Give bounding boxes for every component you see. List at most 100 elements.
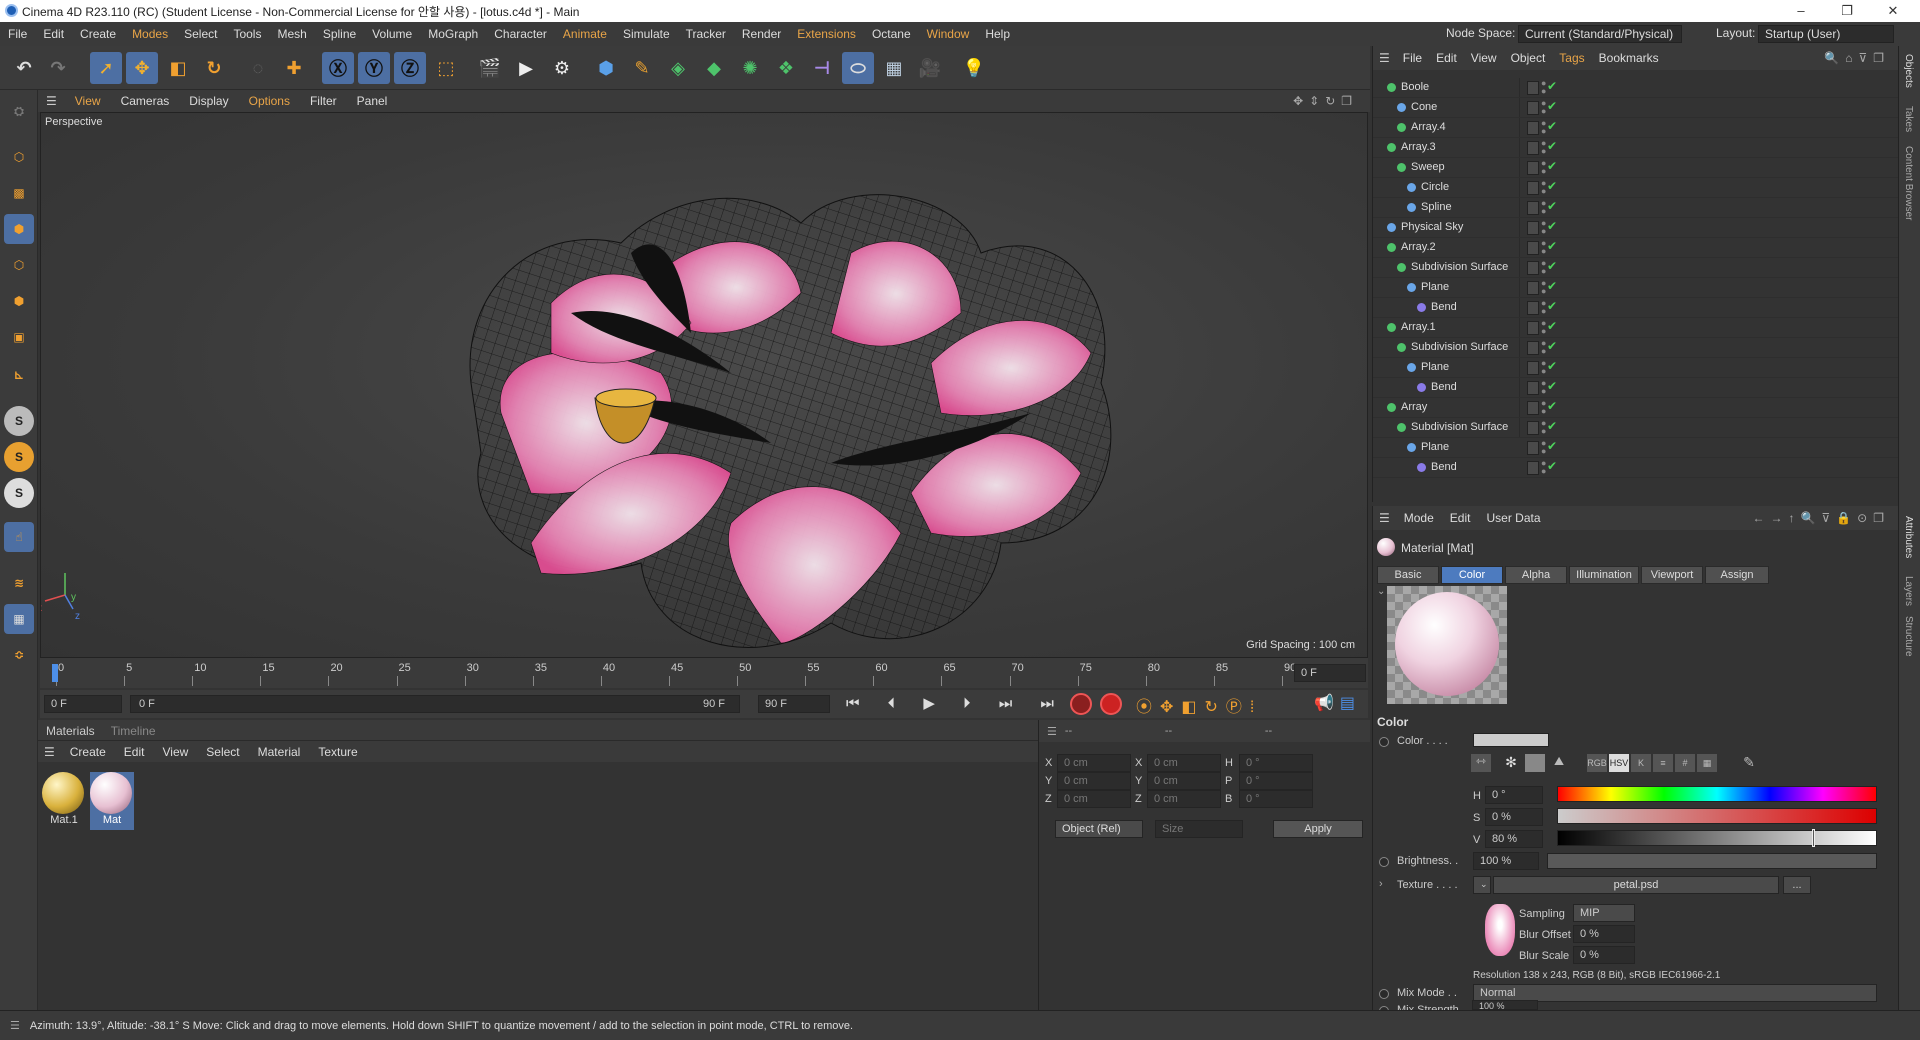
brightness-slider[interactable] xyxy=(1547,853,1877,869)
menu-create[interactable]: Create xyxy=(72,27,124,41)
viewport-menu-display[interactable]: Display xyxy=(179,94,238,108)
edges-mode-icon[interactable]: ⬡ xyxy=(4,250,34,280)
visibility-dots-icon[interactable]: ● ● xyxy=(1541,239,1546,256)
visibility-dots-icon[interactable]: ● ● xyxy=(1541,359,1546,376)
visibility-dots-icon[interactable]: ● ● xyxy=(1541,459,1546,476)
enabled-check-icon[interactable]: ✔ xyxy=(1547,159,1557,173)
object-name[interactable]: Subdivision Surface xyxy=(1411,421,1508,433)
swatches-mode-button[interactable]: ▦ xyxy=(1697,754,1717,772)
enabled-check-icon[interactable]: ✔ xyxy=(1547,439,1557,453)
visibility-dots-icon[interactable]: ● ● xyxy=(1541,219,1546,236)
nodespace-dropdown[interactable]: Current (Standard/Physical) xyxy=(1518,25,1682,43)
object-name[interactable]: Cone xyxy=(1411,101,1437,113)
attr-tab-color[interactable]: Color xyxy=(1441,566,1503,584)
enabled-check-icon[interactable]: ✔ xyxy=(1547,179,1557,193)
y-axis-lock-icon[interactable]: Ⓨ xyxy=(358,52,390,84)
menu-tracker[interactable]: Tracker xyxy=(678,27,734,41)
menu-octane[interactable]: Octane xyxy=(864,27,919,41)
visibility-dots-icon[interactable]: ● ● xyxy=(1541,419,1546,436)
obj-menu-bookmarks[interactable]: Bookmarks xyxy=(1592,51,1666,65)
object-name[interactable]: Array.1 xyxy=(1401,321,1436,333)
brightness-field[interactable]: 100 % xyxy=(1473,852,1539,870)
maximize-button[interactable]: ❐ xyxy=(1824,0,1870,22)
visibility-dots-icon[interactable]: ● ● xyxy=(1541,299,1546,316)
layer-icon[interactable] xyxy=(1527,321,1539,335)
object-row[interactable]: Bend ● ● ✔ xyxy=(1373,298,1899,318)
close-button[interactable]: ✕ xyxy=(1870,0,1916,22)
object-name[interactable]: Subdivision Surface xyxy=(1411,341,1508,353)
grid-icon[interactable]: ▦ xyxy=(4,604,34,634)
texture-file-field[interactable]: petal.psd xyxy=(1493,876,1779,894)
hamburger-icon[interactable]: ☰ xyxy=(38,94,65,108)
obj-menu-object[interactable]: Object xyxy=(1504,51,1553,65)
object-row[interactable]: Array.2 ● ● ✔ xyxy=(1373,238,1899,258)
object-row[interactable]: Plane ● ● ✔ xyxy=(1373,278,1899,298)
hsv-mode-button[interactable]: HSV xyxy=(1609,754,1629,772)
apply-button[interactable]: Apply xyxy=(1273,820,1363,838)
enabled-check-icon[interactable]: ✔ xyxy=(1547,259,1557,273)
viewport-menu-panel[interactable]: Panel xyxy=(347,94,398,108)
viewport-nav-icons[interactable]: ✥⇕↻❐ xyxy=(1293,94,1358,108)
coord-size-dropdown[interactable]: Size xyxy=(1155,820,1243,838)
render-to-picture-viewer-icon[interactable]: ▶ xyxy=(510,52,542,84)
rotation-b-field[interactable]: 0 ° xyxy=(1239,790,1313,808)
attr-tab-alpha[interactable]: Alpha xyxy=(1505,566,1567,584)
material-swatch-selected[interactable]: Mat xyxy=(90,772,134,830)
layer-icon[interactable] xyxy=(1527,361,1539,375)
side-tab-layers[interactable]: Layers xyxy=(1903,576,1914,606)
mix-strength-field[interactable]: 100 % xyxy=(1472,1000,1538,1010)
saturation-field[interactable]: 0 % xyxy=(1485,808,1543,826)
blur-scale-field[interactable]: 0 % xyxy=(1573,946,1635,964)
menu-character[interactable]: Character xyxy=(486,27,555,41)
enabled-check-icon[interactable]: ✔ xyxy=(1547,359,1557,373)
visibility-dots-icon[interactable]: ● ● xyxy=(1541,79,1546,96)
autokey-icon[interactable] xyxy=(1100,693,1122,715)
attr-menu-user-data[interactable]: User Data xyxy=(1478,511,1548,525)
texture-browse-button[interactable]: ... xyxy=(1783,876,1811,894)
enabled-check-icon[interactable]: ✔ xyxy=(1547,399,1557,413)
visibility-dots-icon[interactable]: ● ● xyxy=(1541,319,1546,336)
saturation-slider[interactable] xyxy=(1557,808,1877,824)
extrude-icon[interactable]: ◆ xyxy=(698,52,730,84)
spectrum-icon[interactable] xyxy=(1525,754,1545,772)
object-row[interactable]: Array.1 ● ● ✔ xyxy=(1373,318,1899,338)
object-row[interactable]: Subdivision Surface ● ● ✔ xyxy=(1373,258,1899,278)
z-axis-lock-icon[interactable]: Ⓩ xyxy=(394,52,426,84)
menu-extensions[interactable]: Extensions xyxy=(789,27,864,41)
mat-menu-select[interactable]: Select xyxy=(197,745,248,759)
layer-icon[interactable] xyxy=(1527,221,1539,235)
rotate-tool-icon[interactable]: ↻ xyxy=(198,52,230,84)
floor-icon[interactable]: ▦ xyxy=(878,52,910,84)
side-tab-objects[interactable]: Objects xyxy=(1903,54,1914,88)
mixmode-animate-radio[interactable] xyxy=(1379,989,1389,999)
menu-modes[interactable]: Modes xyxy=(124,27,176,41)
enabled-check-icon[interactable]: ✔ xyxy=(1547,379,1557,393)
collapse-arrow-icon[interactable]: ⌄ xyxy=(1377,586,1385,597)
obj-menu-tags[interactable]: Tags xyxy=(1552,51,1591,65)
layer-icon[interactable] xyxy=(1527,441,1539,455)
light-icon[interactable]: 💡 xyxy=(958,52,990,84)
uv-mode-icon[interactable]: ▣ xyxy=(4,322,34,352)
mat-menu-view[interactable]: View xyxy=(153,745,197,759)
field-icon[interactable]: ⬭ xyxy=(842,52,874,84)
viewport-menu-view[interactable]: View xyxy=(65,94,111,108)
pen-tool-icon[interactable]: ✎ xyxy=(626,52,658,84)
snap-icon[interactable]: S xyxy=(4,406,34,436)
obj-menu-view[interactable]: View xyxy=(1464,51,1504,65)
rotation-h-field[interactable]: 0 ° xyxy=(1239,754,1313,772)
object-row[interactable]: Array ● ● ✔ xyxy=(1373,398,1899,418)
sampling-dropdown[interactable]: MIP xyxy=(1573,904,1635,922)
object-row[interactable]: Subdivision Surface ● ● ✔ xyxy=(1373,418,1899,438)
layer-icon[interactable] xyxy=(1527,401,1539,415)
object-row[interactable]: Spline ● ● ✔ xyxy=(1373,198,1899,218)
hamburger-icon[interactable]: ☰ xyxy=(1373,51,1396,65)
hex-mode-button[interactable]: # xyxy=(1675,754,1695,772)
object-row[interactable]: Plane ● ● ✔ xyxy=(1373,438,1899,458)
enabled-check-icon[interactable]: ✔ xyxy=(1547,139,1557,153)
object-name[interactable]: Array.4 xyxy=(1411,121,1446,133)
obj-menu-file[interactable]: File xyxy=(1396,51,1429,65)
menu-help[interactable]: Help xyxy=(977,27,1018,41)
attr-tab-illumination[interactable]: Illumination xyxy=(1569,566,1639,584)
coord-mode-dropdown[interactable]: Object (Rel) xyxy=(1055,820,1143,838)
visibility-dots-icon[interactable]: ● ● xyxy=(1541,439,1546,456)
